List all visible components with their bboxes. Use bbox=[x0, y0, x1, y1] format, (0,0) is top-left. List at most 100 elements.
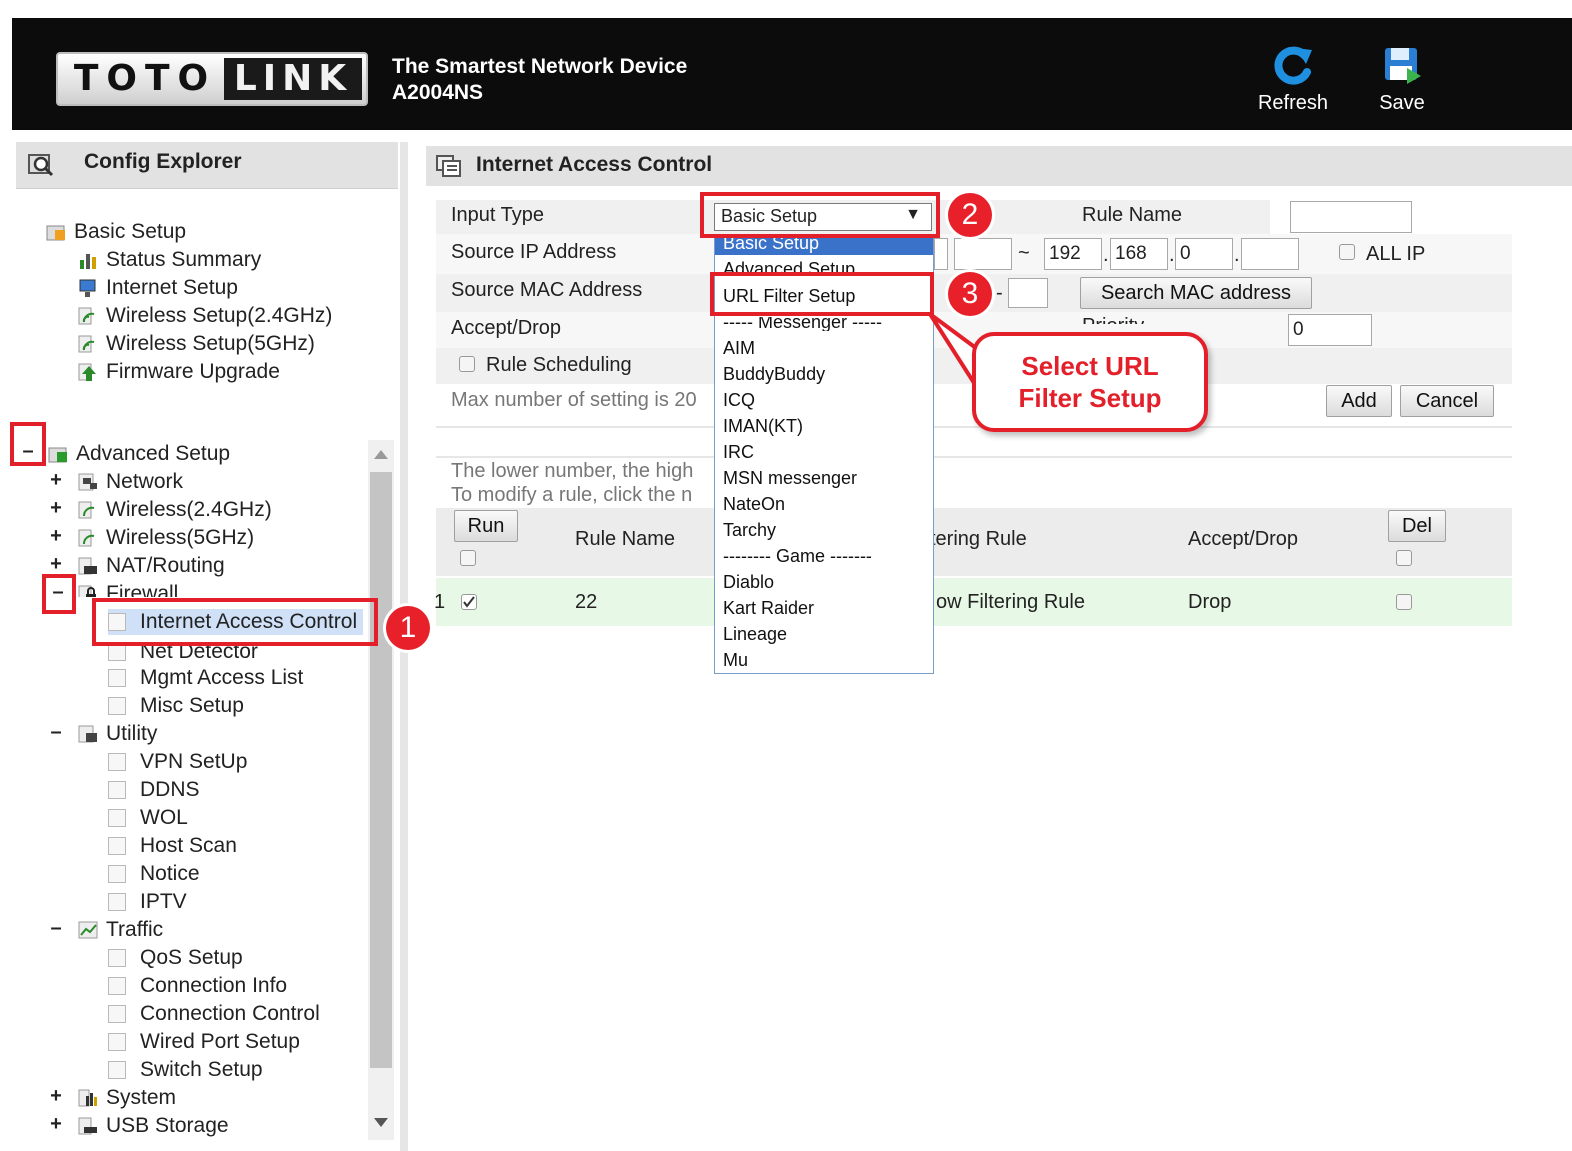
tree-node-nat-routing[interactable]: NAT/Routing bbox=[78, 553, 225, 579]
cancel-button[interactable]: Cancel bbox=[1400, 385, 1494, 417]
tree-label: IPTV bbox=[140, 890, 187, 913]
option-basic-setup[interactable]: Basic Setup bbox=[723, 237, 819, 254]
tree-item-connection-control[interactable]: Connection Control bbox=[108, 1001, 320, 1027]
row-run-checkbox[interactable] bbox=[461, 594, 477, 610]
save-button[interactable]: Save bbox=[1352, 44, 1452, 115]
all-ip-checkbox[interactable] bbox=[1339, 244, 1355, 260]
device-tagline: The Smartest Network Device A2004NS bbox=[392, 54, 687, 106]
search-folder-icon bbox=[28, 154, 54, 177]
expand-usb-storage-toggle[interactable]: + bbox=[48, 1113, 64, 1136]
add-button[interactable]: Add bbox=[1326, 385, 1392, 417]
sidebar-scroll-thumb[interactable] bbox=[370, 472, 392, 1068]
ip-range-tilde: ~ bbox=[1018, 242, 1030, 264]
option-diablo[interactable]: Diablo bbox=[723, 571, 774, 593]
tree-node-firewall[interactable]: Firewall bbox=[78, 581, 178, 597]
scroll-down-arrow-icon[interactable] bbox=[374, 1118, 388, 1127]
select-all-delete-checkbox[interactable] bbox=[1396, 550, 1412, 566]
highlight-internet-access-control bbox=[92, 598, 378, 646]
page-icon bbox=[108, 753, 126, 771]
source-ip-end-octet-4[interactable] bbox=[1241, 238, 1299, 270]
expand-system-toggle[interactable]: + bbox=[48, 1085, 64, 1108]
tree-item-switch-setup[interactable]: Switch Setup bbox=[108, 1057, 263, 1083]
scroll-up-arrow-icon[interactable] bbox=[374, 450, 388, 459]
tree-item-vpn-setup[interactable]: VPN SetUp bbox=[108, 749, 247, 775]
rule-name-input[interactable] bbox=[1290, 201, 1412, 233]
option-lineage[interactable]: Lineage bbox=[723, 623, 787, 645]
monitor-icon bbox=[79, 279, 96, 297]
expand-network-toggle[interactable]: + bbox=[48, 469, 64, 492]
option-irc[interactable]: IRC bbox=[723, 441, 754, 463]
notes-divider bbox=[436, 456, 1512, 458]
tree-node-traffic[interactable]: Traffic bbox=[78, 917, 163, 943]
delete-button[interactable]: Del bbox=[1388, 510, 1446, 542]
select-all-run-checkbox[interactable] bbox=[460, 550, 476, 566]
option-icq[interactable]: ICQ bbox=[723, 389, 755, 411]
tree-item-ddns[interactable]: DDNS bbox=[108, 777, 200, 803]
tree-label: Connection Control bbox=[140, 1002, 320, 1025]
tree-item-firmware-upgrade[interactable]: Firmware Upgrade bbox=[78, 359, 280, 385]
upgrade-icon bbox=[78, 363, 96, 381]
tree-item-connection-info[interactable]: Connection Info bbox=[108, 973, 287, 999]
tree-node-system[interactable]: System bbox=[78, 1085, 176, 1111]
page-icon bbox=[108, 949, 126, 967]
tree-item-misc-setup[interactable]: Misc Setup bbox=[108, 693, 244, 719]
row-delete-checkbox[interactable] bbox=[1396, 594, 1412, 610]
source-ip-label: Source IP Address bbox=[451, 241, 617, 263]
tree-node-utility[interactable]: Utility bbox=[78, 721, 157, 747]
tree-item-iptv[interactable]: IPTV bbox=[108, 889, 187, 915]
tree-label: Firewall bbox=[106, 582, 179, 597]
tree-item-wol[interactable]: WOL bbox=[108, 805, 188, 831]
tree-item-internet-setup[interactable]: Internet Setup bbox=[78, 275, 238, 301]
option-msn-messenger[interactable]: MSN messenger bbox=[723, 467, 857, 489]
expand-wireless-24-toggle[interactable]: + bbox=[48, 497, 64, 520]
page-icon bbox=[108, 1061, 126, 1079]
tree-label: USB Storage bbox=[106, 1114, 229, 1137]
source-ip-end-octet-3[interactable]: 0 bbox=[1175, 238, 1233, 270]
tree-label: Misc Setup bbox=[140, 694, 244, 717]
collapse-traffic-toggle[interactable]: – bbox=[48, 917, 64, 940]
tree-label: Network bbox=[106, 470, 184, 493]
source-ip-end-octet-2[interactable]: 168 bbox=[1110, 238, 1168, 270]
tree-label: Status Summary bbox=[106, 248, 262, 271]
model-name: A2004NS bbox=[392, 81, 484, 104]
option-kart-raider[interactable]: Kart Raider bbox=[723, 597, 814, 619]
page-icon bbox=[108, 809, 126, 827]
tree-item-notice[interactable]: Notice bbox=[108, 861, 200, 887]
tree-node-basic-setup[interactable]: Basic Setup bbox=[46, 219, 186, 245]
tree-item-status-summary[interactable]: Status Summary bbox=[78, 247, 261, 273]
tree-node-usb-storage[interactable]: USB Storage bbox=[78, 1113, 229, 1139]
tree-item-wired-port-setup[interactable]: Wired Port Setup bbox=[108, 1029, 300, 1055]
tree-item-wireless-setup-24[interactable]: Wireless Setup(2.4GHz) bbox=[78, 303, 332, 329]
search-mac-address-button[interactable]: Search MAC address bbox=[1080, 277, 1312, 309]
save-label: Save bbox=[1379, 92, 1425, 114]
option-tarchy[interactable]: Tarchy bbox=[723, 519, 776, 541]
tree-label: WOL bbox=[140, 806, 188, 829]
option-buddybuddy[interactable]: BuddyBuddy bbox=[723, 363, 825, 385]
option-nateon[interactable]: NateOn bbox=[723, 493, 785, 515]
tree-label: Wired Port Setup bbox=[140, 1030, 300, 1053]
tree-item-wireless-setup-5[interactable]: Wireless Setup(5GHz) bbox=[78, 331, 315, 357]
tree-item-qos-setup[interactable]: QoS Setup bbox=[108, 945, 243, 971]
collapse-utility-toggle[interactable]: – bbox=[48, 721, 64, 744]
tree-node-wireless-5[interactable]: Wireless(5GHz) bbox=[78, 525, 254, 551]
tree-node-advanced-setup[interactable]: Advanced Setup bbox=[48, 441, 230, 467]
rule-scheduling-checkbox[interactable] bbox=[459, 356, 475, 372]
option-iman-kt[interactable]: IMAN(KT) bbox=[723, 415, 803, 437]
all-ip-label: ALL IP bbox=[1366, 243, 1426, 265]
source-ip-end-octet-1[interactable]: 192 bbox=[1044, 238, 1102, 270]
tree-item-mgmt-access-list[interactable]: Mgmt Access List bbox=[108, 665, 303, 691]
option-mu[interactable]: Mu bbox=[723, 649, 748, 671]
refresh-button[interactable]: Refresh bbox=[1243, 44, 1343, 115]
run-button[interactable]: Run bbox=[454, 510, 518, 542]
expand-nat-routing-toggle[interactable]: + bbox=[48, 553, 64, 576]
page-icon bbox=[108, 781, 126, 799]
tree-item-host-scan[interactable]: Host Scan bbox=[108, 833, 237, 859]
option-aim[interactable]: AIM bbox=[723, 337, 755, 359]
expand-wireless-5-toggle[interactable]: + bbox=[48, 525, 64, 548]
highlight-firewall-collapse bbox=[42, 574, 76, 614]
source-ip-start-octet-4[interactable] bbox=[934, 238, 948, 270]
tree-node-wireless-24[interactable]: Wireless(2.4GHz) bbox=[78, 497, 272, 523]
source-ip-start-extra[interactable] bbox=[954, 238, 1012, 270]
priority-input[interactable]: 0 bbox=[1288, 314, 1372, 346]
tree-node-network[interactable]: Network bbox=[78, 469, 183, 495]
